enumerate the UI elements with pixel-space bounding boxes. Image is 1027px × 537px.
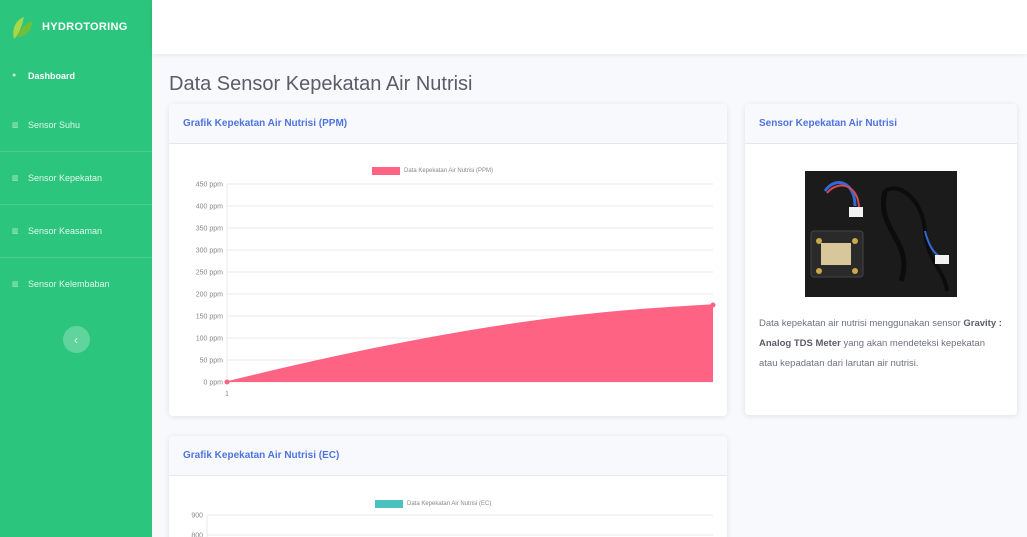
ppm-area — [227, 305, 713, 382]
sidebar-item-label: Dashboard — [28, 71, 76, 81]
sidebar-item-sensor-suhu[interactable]: ▥ Sensor Suhu — [0, 98, 152, 151]
page-title: Data Sensor Kepekatan Air Nutrisi — [169, 73, 473, 95]
brand-name: HYDROTORING — [42, 21, 128, 33]
brand[interactable]: HYDROTORING — [0, 0, 152, 54]
x-tick-label: 1 — [225, 391, 229, 398]
ppm-chart: 0 ppm 50 ppm 100 ppm 150 ppm 200 ppm 250 ppm 3… — [196, 182, 716, 398]
y-tick-label: 350 ppm — [196, 226, 223, 233]
sidebar-toggle-button[interactable]: ‹ — [62, 326, 90, 353]
y-tick-label: 100 ppm — [196, 336, 223, 343]
sidebar-item-label: Sensor Kelembaban — [28, 279, 110, 289]
chart-icon: ▥ — [12, 228, 19, 235]
ppm-chart-card: Grafik Kepekatan Air Nutrisi (PPM) Data … — [169, 104, 727, 416]
sidebar-item-sensor-keasaman[interactable]: ▥ Sensor Keasaman — [0, 204, 152, 257]
y-tick-label: 900 — [191, 513, 203, 520]
tds-sensor-image — [805, 171, 957, 297]
sidebar: HYDROTORING ● Dashboard ▥ Sensor Suhu ▥ … — [0, 0, 152, 537]
y-tick-label: 50 ppm — [200, 358, 224, 365]
y-tick-label: 800 — [191, 533, 203, 537]
y-tick-label: 450 ppm — [196, 182, 223, 189]
chart-icon: ▥ — [12, 175, 19, 182]
chevron-left-icon: ‹ — [74, 332, 78, 347]
y-tick-label: 0 ppm — [204, 380, 224, 387]
data-point — [224, 379, 230, 385]
sidebar-item-label: Sensor Kepekatan — [28, 173, 103, 183]
tachometer-icon: ● — [12, 72, 17, 79]
sensor-description: Data kepekatan air nutrisi menggunakan s… — [759, 314, 1004, 374]
y-tick-label: 250 ppm — [196, 270, 223, 277]
sensor-info-card: Sensor Kepekatan Air Nutrisi Data kepeka… — [745, 104, 1017, 415]
sensor-desc-prefix: Data kepekatan air nutrisi menggunakan s… — [759, 318, 961, 329]
sidebar-item-sensor-kepekatan[interactable]: ▥ Sensor Kepekatan — [0, 151, 152, 204]
y-tick-label: 400 ppm — [196, 204, 223, 211]
sidebar-item-label: Sensor Suhu — [28, 119, 81, 130]
y-tick-label: 300 ppm — [196, 248, 223, 255]
chart-icon: ▥ — [12, 281, 19, 288]
data-point — [710, 302, 716, 308]
sidebar-item-dashboard[interactable]: ● Dashboard — [0, 54, 152, 98]
leaf-logo-icon — [13, 17, 32, 39]
y-tick-label: 200 ppm — [196, 292, 223, 299]
chart-icon: ▥ — [12, 121, 19, 129]
sensor-card-title: Sensor Kepekatan Air Nutrisi — [745, 104, 1017, 144]
y-tick-label: 150 ppm — [196, 314, 223, 321]
ec-chart: 900 800 — [191, 513, 713, 537]
sidebar-item-sensor-kelembaban[interactable]: ▥ Sensor Kelembaban — [0, 257, 152, 310]
ec-chart-card: Grafik Kepekatan Air Nutrisi (EC) Data K… — [169, 436, 727, 537]
topbar — [152, 0, 1027, 54]
sidebar-item-label: Sensor Keasaman — [28, 226, 103, 236]
